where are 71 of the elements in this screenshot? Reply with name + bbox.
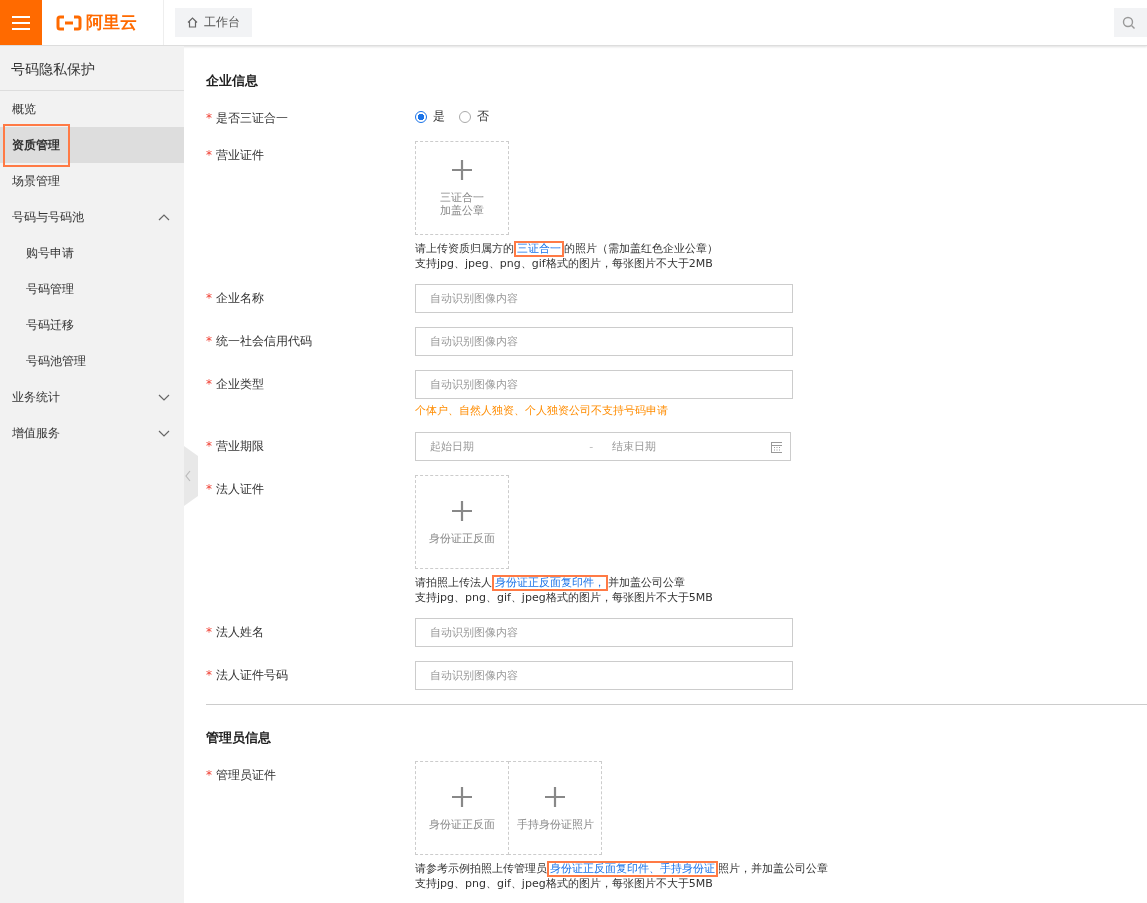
- upload-hint: 请拍照上传法人 身份证正反面复印件， 并加盖公司公章: [415, 575, 686, 591]
- required-asterisk: *: [206, 291, 212, 305]
- calendar-icon: [770, 440, 782, 453]
- sidebar-item[interactable]: 号码池管理: [0, 343, 184, 379]
- required-asterisk: *: [206, 439, 212, 453]
- field-label: 法人姓名: [216, 625, 264, 639]
- sidebar-item[interactable]: 场景管理: [0, 163, 184, 199]
- file-requirements-note: 支持jpg、jpeg、png、gif格式的图片，每张图片不大于2MB: [415, 257, 714, 270]
- hint-link[interactable]: 三证合一: [514, 241, 564, 257]
- required-asterisk: *: [206, 148, 212, 162]
- text-input[interactable]: 自动识别图像内容: [415, 327, 793, 356]
- required-asterisk: *: [206, 625, 212, 639]
- product-title: 号码隐私保护: [0, 46, 184, 91]
- sidebar-item[interactable]: 业务统计: [0, 379, 184, 415]
- chevron-left-icon: [184, 470, 192, 482]
- logo-icon: [56, 14, 82, 31]
- field-label: 企业名称: [216, 291, 264, 305]
- text-input[interactable]: 自动识别图像内容: [415, 370, 793, 399]
- chevron-down-icon: [158, 393, 170, 401]
- logo-text: 阿里云: [86, 11, 137, 34]
- required-asterisk: *: [206, 334, 212, 348]
- warning-text: 个体户、自然人独资、个人独资公司不支持号码申请: [415, 403, 669, 418]
- search-button[interactable]: [1114, 8, 1147, 37]
- section-title: 管理员信息: [206, 729, 271, 747]
- sidebar-item[interactable]: 购号申请: [0, 235, 184, 271]
- upload-hint: 请参考示例拍照上传管理员 身份证正反面复印件、手持身份证 照片，并加盖公司公章: [415, 861, 829, 877]
- required-asterisk: *: [206, 668, 212, 682]
- text-input[interactable]: 自动识别图像内容: [415, 284, 793, 313]
- plus-icon: [451, 159, 473, 181]
- menu-icon: [12, 15, 30, 30]
- file-requirements-note: 支持jpg、png、gif、jpeg格式的图片，每张图片不大于5MB: [415, 591, 714, 604]
- sidebar-item[interactable]: 号码迁移: [0, 307, 184, 343]
- home-icon: [187, 17, 198, 28]
- upload-tile[interactable]: 手持身份证照片: [508, 761, 602, 855]
- field-label: 法人证件: [216, 482, 264, 496]
- required-asterisk: *: [206, 482, 212, 496]
- sidebar-item[interactable]: 号码管理: [0, 271, 184, 307]
- file-requirements-note: 支持jpg、png、gif、jpeg格式的图片，每张图片不大于5MB: [415, 877, 714, 890]
- required-asterisk: *: [206, 768, 212, 782]
- section-title: 企业信息: [206, 72, 258, 90]
- range-separator: -: [589, 440, 595, 453]
- required-asterisk: *: [206, 377, 212, 391]
- sidebar-item[interactable]: 增值服务: [0, 415, 184, 451]
- field-label: 营业证件: [216, 148, 264, 162]
- hint-link[interactable]: 身份证正反面复印件，: [492, 575, 608, 591]
- plus-icon: [544, 785, 566, 808]
- sidebar-item[interactable]: 概览: [0, 91, 184, 127]
- field-label: 营业期限: [216, 439, 264, 453]
- radio-option[interactable]: 是: [415, 108, 445, 125]
- upload-tile[interactable]: 身份证正反面: [415, 761, 509, 855]
- field-label: 是否三证合一: [216, 111, 288, 125]
- radio-option[interactable]: 否: [459, 108, 489, 125]
- upload-tile[interactable]: 三证合一 加盖公章: [415, 141, 509, 235]
- required-asterisk: *: [206, 111, 212, 125]
- chevron-down-icon: [158, 429, 170, 437]
- plus-icon: [451, 499, 473, 522]
- workbench-tab[interactable]: 工作台: [175, 8, 252, 37]
- plus-icon: [451, 785, 473, 808]
- sidebar-item[interactable]: 号码与号码池: [0, 199, 184, 235]
- hint-link[interactable]: 身份证正反面复印件、手持身份证: [547, 861, 718, 877]
- menu-button[interactable]: [0, 0, 42, 45]
- field-label: 企业类型: [216, 377, 264, 391]
- field-label: 统一社会信用代码: [216, 334, 312, 348]
- upload-tile[interactable]: 身份证正反面: [415, 475, 509, 569]
- upload-hint: 请上传资质归属方的 三证合一 的照片（需加盖红色企业公章）: [415, 241, 719, 257]
- field-label: 法人证件号码: [216, 668, 288, 682]
- text-input[interactable]: 自动识别图像内容: [415, 661, 793, 690]
- field-label: 管理员证件: [216, 768, 276, 782]
- text-input[interactable]: 自动识别图像内容: [415, 618, 793, 647]
- search-icon: [1122, 15, 1136, 30]
- chevron-up-icon: [158, 213, 170, 221]
